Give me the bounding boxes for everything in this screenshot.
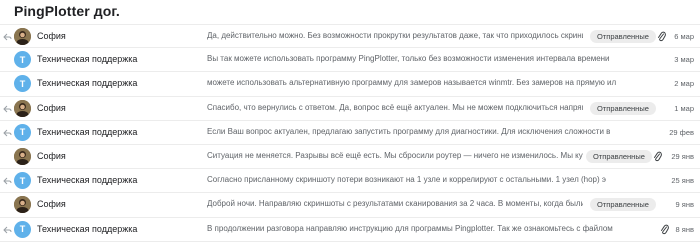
message-snippet: Доброй ночи. Направляю скриншоты с резул… — [207, 199, 583, 209]
message-date: 29 фев — [669, 127, 694, 137]
thread-title: PingPlotter дог. — [14, 3, 120, 19]
sender-name: Техническая поддержка — [37, 54, 138, 65]
reply-arrow-icon — [3, 129, 12, 137]
message-row[interactable]: T Техническая поддержка Согласно присланно… — [0, 169, 700, 194]
message-snippet: Да, действительно можно. Без возможности… — [207, 31, 583, 40]
sender-name: София — [37, 102, 66, 113]
message-snippet: Ситуация не меняется. Разрывы всё ещё ес… — [207, 150, 583, 160]
reply-arrow-icon — [3, 33, 12, 41]
message-snippet: можете использовать альтернативную прогр… — [207, 78, 617, 88]
message-snippet: Согласно присланному скриншоту потери во… — [207, 175, 606, 185]
message-date: 9 янв — [675, 200, 694, 210]
message-date: 2 мар — [674, 79, 694, 89]
avatar-support: T — [14, 172, 31, 190]
attachment-icon — [661, 224, 669, 234]
message-snippet: Вы так можете использовать программу Pin… — [207, 54, 610, 64]
message-row[interactable]: София Ситуация не меняется. Разрывы всё е… — [0, 145, 700, 170]
sender-name: София — [37, 150, 66, 161]
sender-name: Техническая поддержка — [37, 126, 138, 137]
message-snippet: В продолжении разговора направляю инстру… — [207, 223, 613, 233]
sender-name: София — [37, 199, 66, 210]
avatar-support: T — [14, 51, 31, 69]
message-date: 3 мар — [674, 55, 694, 65]
attachment-icon — [658, 31, 666, 42]
message-date: 6 мар — [674, 32, 694, 41]
avatar-photo — [14, 28, 31, 45]
sender-name: Техническая поддержка — [37, 223, 138, 234]
message-date: 29 янв — [671, 151, 694, 161]
sender-name: Техническая поддержка — [37, 175, 138, 186]
avatar-photo — [14, 147, 31, 165]
folder-badge[interactable]: Отправленные — [590, 198, 656, 212]
avatar-photo — [14, 196, 31, 214]
message-date: 25 янв — [671, 176, 694, 186]
attachment-icon — [654, 151, 662, 162]
message-row[interactable]: София Спасибо, что вернулись с ответом. Д… — [0, 97, 700, 121]
avatar-support: T — [14, 75, 31, 93]
sender-name: Техническая поддержка — [37, 78, 138, 89]
folder-badge[interactable]: Отправленные — [590, 30, 656, 43]
message-list: София Да, действительно можно. Без возмож… — [0, 24, 700, 242]
reply-arrow-icon — [3, 177, 12, 185]
message-snippet: Если Ваш вопрос актуален, предлагаю запу… — [207, 126, 611, 136]
message-row[interactable]: T Техническая поддержка Если Ваш вопрос ак… — [0, 121, 700, 145]
avatar-support: T — [14, 220, 31, 238]
message-row[interactable]: София Доброй ночи. Направляю скриншоты с … — [0, 193, 700, 218]
avatar-photo — [14, 99, 31, 117]
message-date: 1 мар — [674, 103, 694, 113]
message-row[interactable]: T Техническая поддержка В продолжении разг… — [0, 218, 700, 242]
folder-badge[interactable]: Отправленные — [586, 149, 652, 163]
message-date: 8 янв — [675, 224, 694, 234]
message-snippet: Спасибо, что вернулись с ответом. Да, во… — [207, 102, 583, 112]
message-row[interactable]: София Да, действительно можно. Без возмож… — [0, 24, 700, 49]
message-row[interactable]: T Техническая поддержка можете использоват… — [0, 72, 700, 97]
message-row[interactable]: T Техническая поддержка Вы так можете испо… — [0, 48, 700, 73]
reply-arrow-icon — [3, 226, 12, 233]
folder-badge[interactable]: Отправленные — [590, 101, 656, 115]
sender-name: София — [37, 31, 66, 41]
avatar-support: T — [14, 123, 31, 141]
reply-arrow-icon — [3, 105, 12, 112]
